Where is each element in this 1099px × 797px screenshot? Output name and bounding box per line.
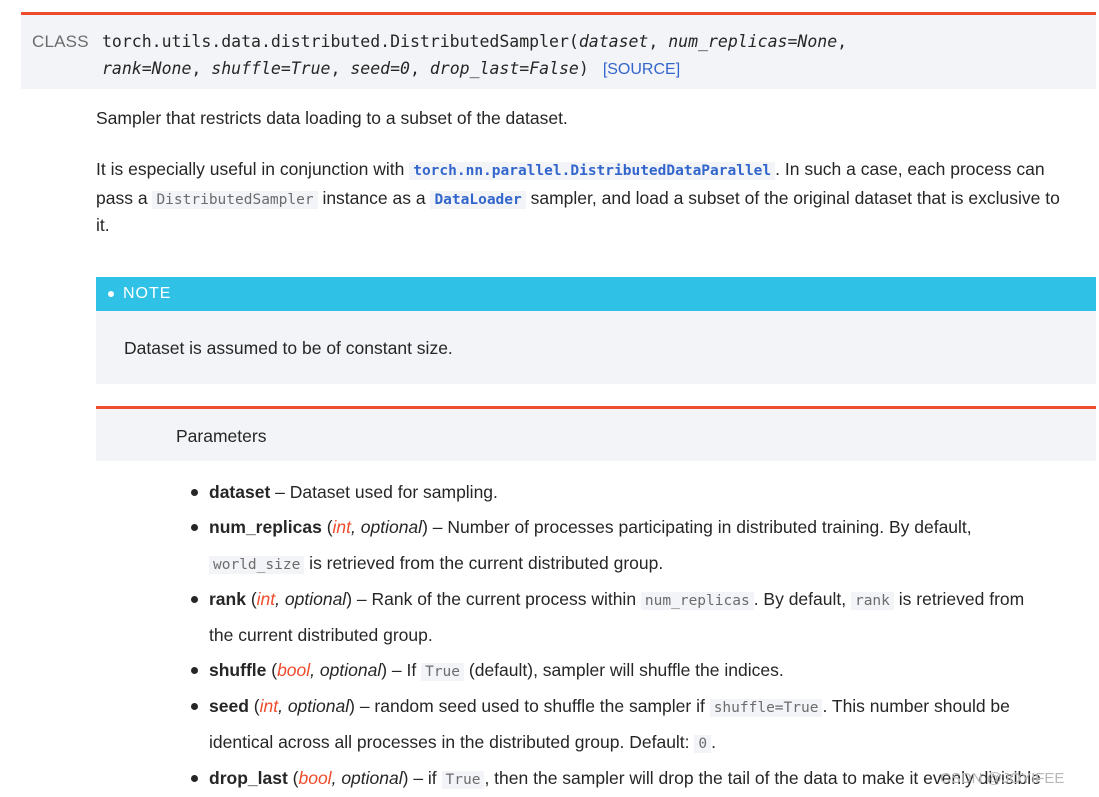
paren: ( (245, 589, 257, 609)
list-item: seed (int, optional) – random seed used … (209, 694, 1010, 720)
param-desc: – random seed used to shuffle the sample… (354, 696, 710, 716)
type-link[interactable]: bool (298, 768, 331, 788)
bullet-icon (191, 703, 198, 710)
param-name: drop_last (209, 768, 288, 788)
optional-label: optional (282, 696, 350, 716)
param-desc: . By default, (753, 589, 851, 609)
list-item-continuation: identical across all processes in the di… (209, 730, 716, 756)
type-link[interactable]: bool (277, 660, 310, 680)
param-name: dataset (209, 482, 271, 502)
type-link[interactable]: int (260, 696, 278, 716)
param-desc: – If (387, 660, 422, 680)
list-item: shuffle (bool, optional) – If True (defa… (209, 658, 784, 684)
list-item: dataset – Dataset used for sampling. (209, 480, 498, 504)
watermark: CSDN @JOYIFEE (940, 770, 1065, 787)
inline-code: shuffle=True (709, 699, 823, 717)
inline-code: rank (850, 592, 894, 610)
paren: ( (266, 660, 278, 680)
inline-code: True (441, 771, 485, 789)
bullet-icon (191, 775, 198, 782)
optional-label: optional (315, 660, 382, 680)
type-link[interactable]: int (333, 517, 351, 537)
list-item-continuation: world_size is retrieved from the current… (209, 551, 663, 577)
inline-code: num_replicas (640, 592, 754, 610)
parameter-list: dataset – Dataset used for sampling. num… (0, 0, 1099, 797)
param-desc: (default), sampler will shuffle the indi… (464, 660, 784, 680)
param-desc: is retrieved from the current distribute… (304, 553, 664, 573)
bullet-icon (191, 524, 198, 531)
list-item: num_replicas (int, optional) – Number of… (209, 515, 972, 539)
param-name: num_replicas (209, 517, 322, 537)
param-desc: the current distributed group. (209, 625, 433, 645)
paren: ( (287, 768, 299, 788)
list-item-continuation: the current distributed group. (209, 623, 433, 647)
paren: ( (321, 517, 333, 537)
optional-label: optional (280, 589, 347, 609)
param-name: seed (209, 696, 249, 716)
optional-label: optional (336, 768, 403, 788)
bullet-icon (191, 667, 198, 674)
bullet-icon (191, 489, 198, 496)
param-desc: – if (408, 768, 442, 788)
param-desc: is retrieved from (893, 589, 1025, 609)
bullet-icon (191, 596, 198, 603)
param-desc: – Number of processes participating in d… (427, 517, 972, 537)
list-item: drop_last (bool, optional) – if True, th… (209, 766, 1041, 792)
optional-label: optional (355, 517, 423, 537)
param-desc: – Rank of the current process within (352, 589, 641, 609)
param-desc: . (711, 732, 717, 752)
inline-code: 0 (694, 735, 712, 753)
param-desc: identical across all processes in the di… (209, 732, 695, 752)
inline-code: world_size (209, 556, 305, 574)
list-item: rank (int, optional) – Rank of the curre… (209, 587, 1024, 613)
param-name: rank (209, 589, 246, 609)
type-link[interactable]: int (257, 589, 275, 609)
inline-code: True (421, 663, 465, 681)
param-name: shuffle (209, 660, 267, 680)
paren: ( (248, 696, 260, 716)
param-desc: . This number should be (822, 696, 1010, 716)
param-desc: – Dataset used for sampling. (270, 482, 498, 502)
